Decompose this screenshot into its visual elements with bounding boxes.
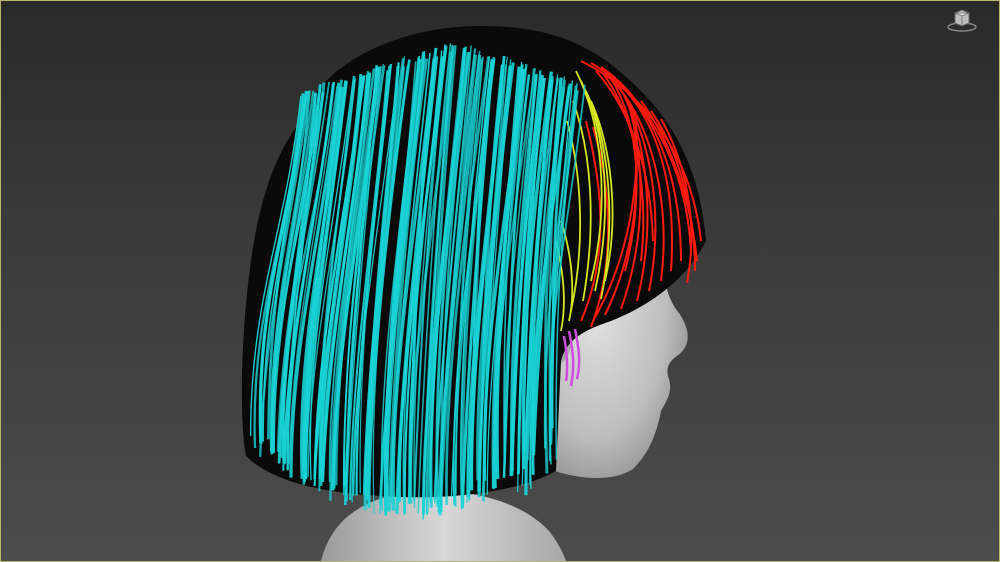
3d-viewport[interactable] (0, 0, 1000, 562)
hair-render-scene (241, 26, 706, 561)
viewcube-icon[interactable] (945, 7, 979, 33)
neck-shape (321, 490, 566, 561)
